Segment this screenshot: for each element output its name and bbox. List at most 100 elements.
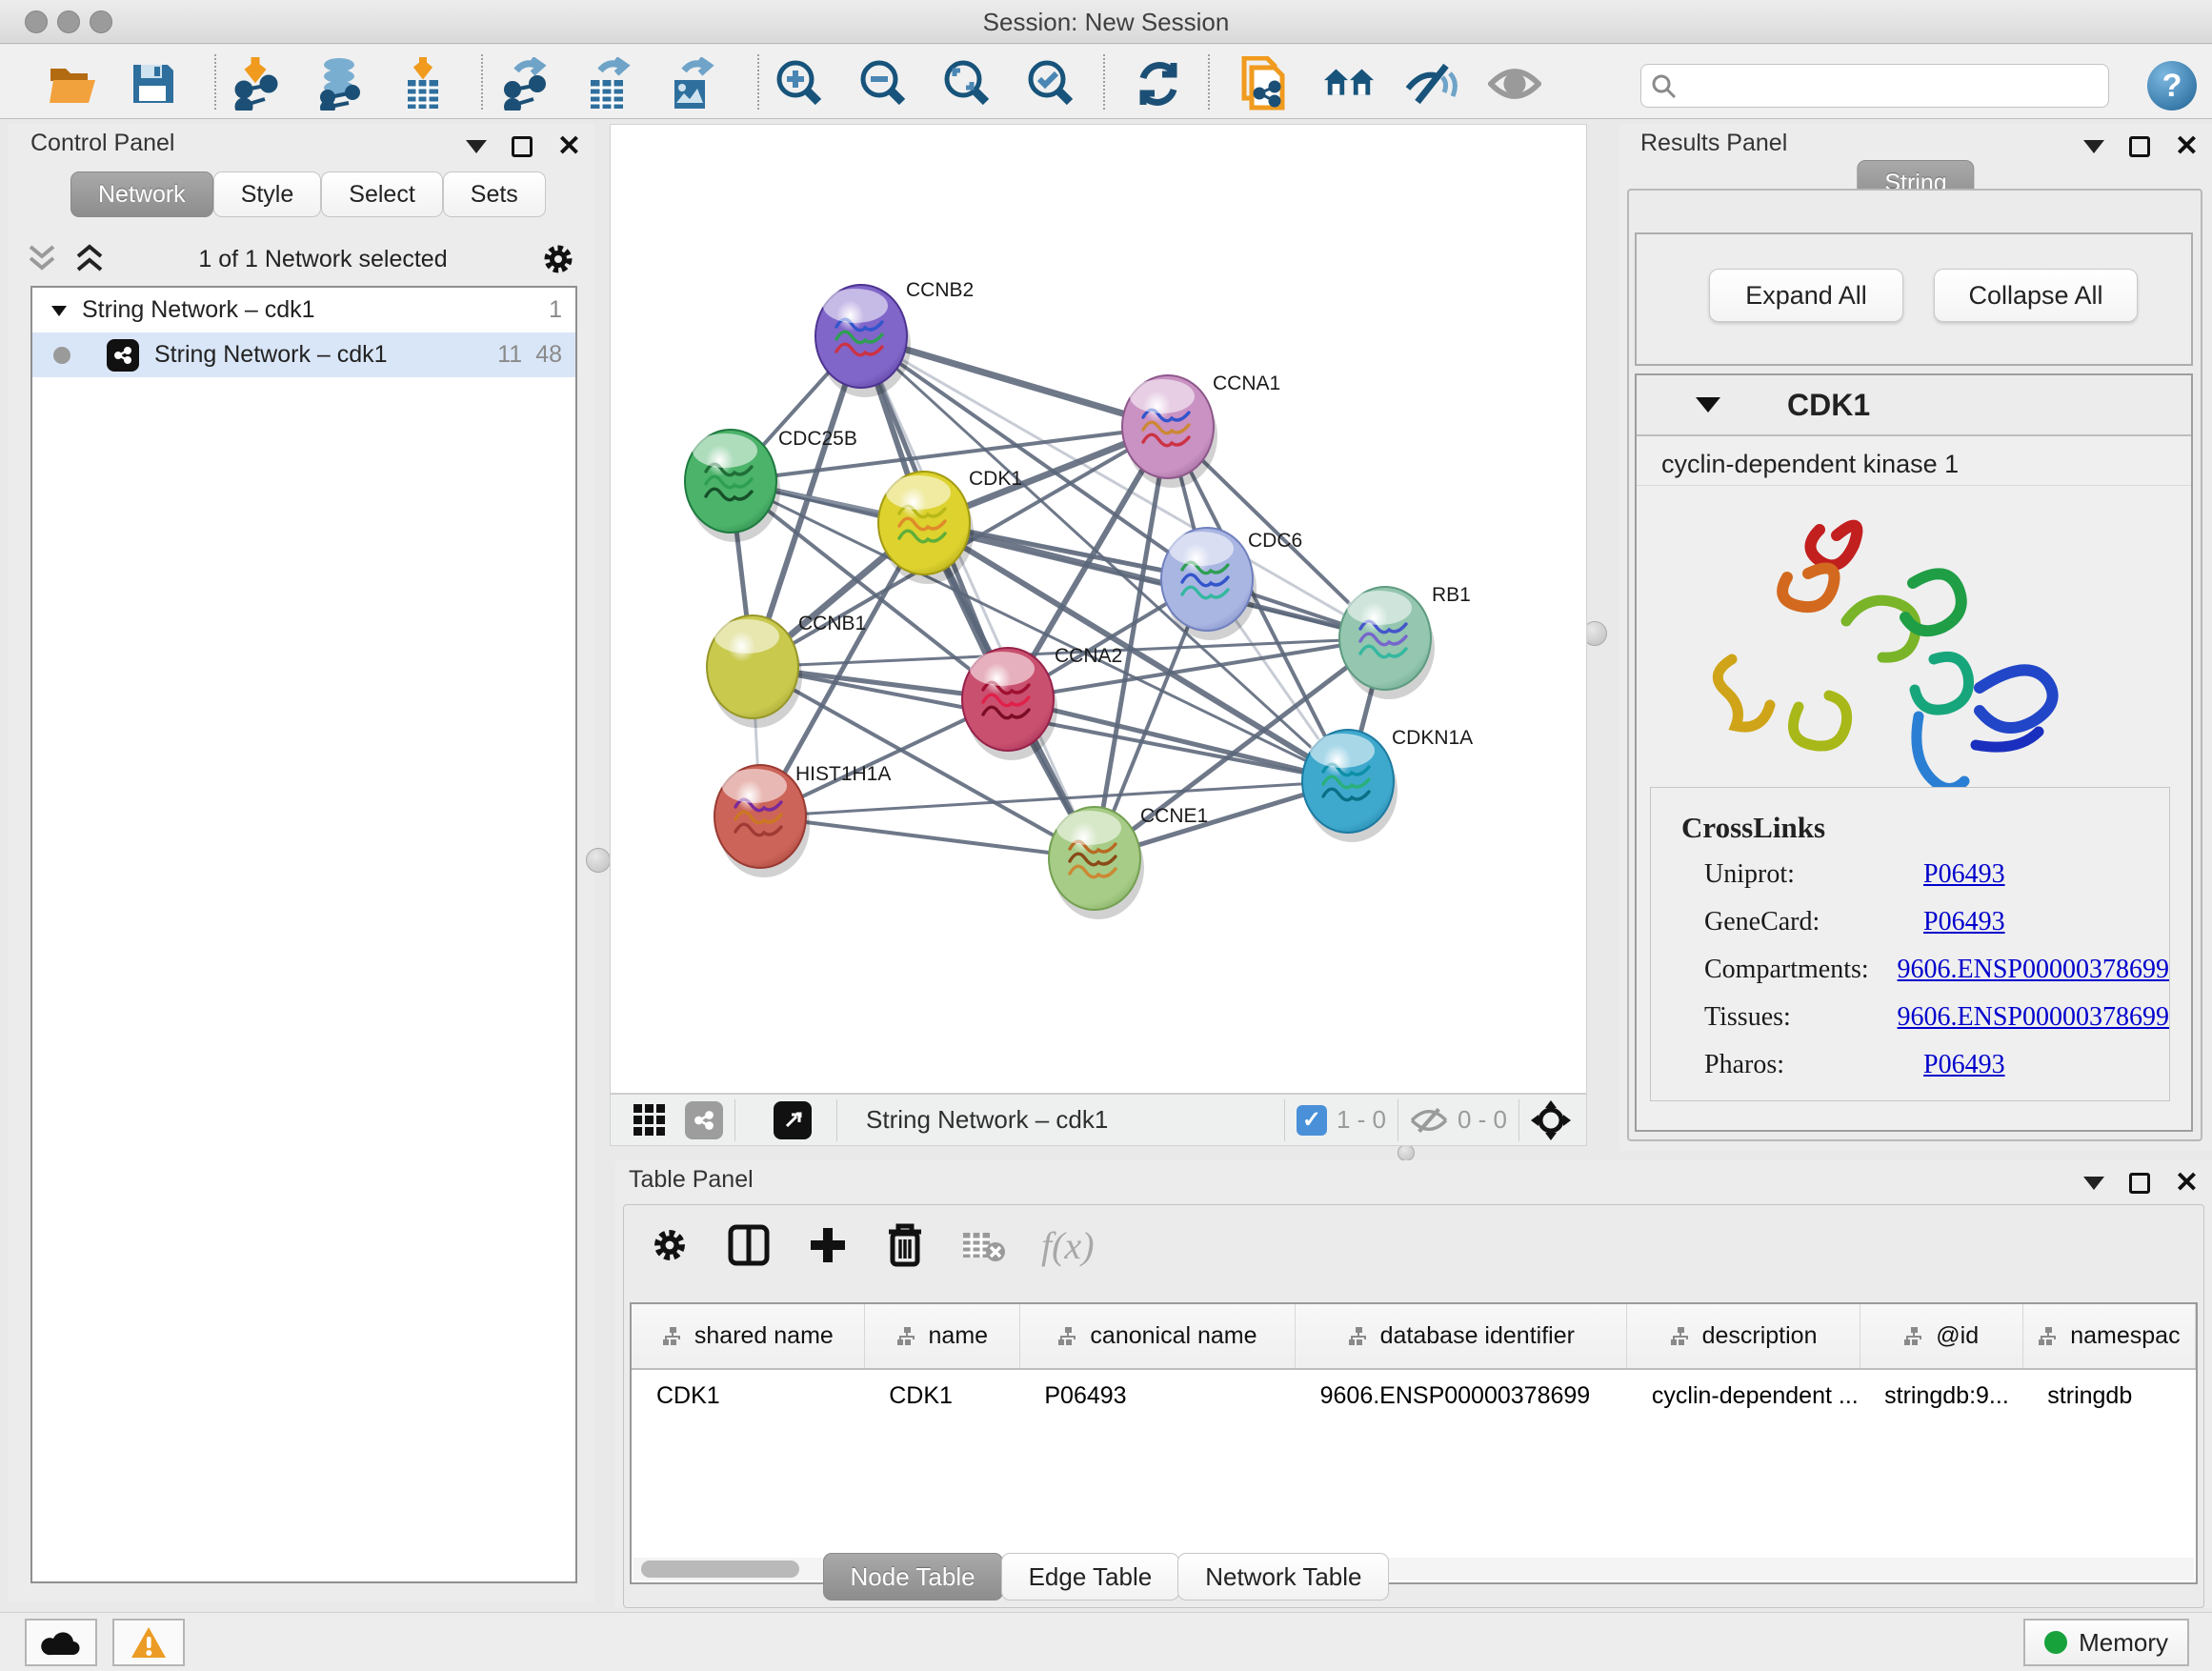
table-cell[interactable]: 9606.ENSP00000378699 (1296, 1369, 1627, 1422)
import-network-database-icon[interactable] (312, 57, 366, 111)
expand-all-button[interactable]: Expand All (1709, 269, 1903, 322)
column-header-database-identifier[interactable]: database identifier (1296, 1304, 1627, 1369)
show-eye-icon[interactable] (1488, 57, 1541, 111)
zoom-selected-icon[interactable] (1025, 57, 1078, 111)
network-node-cdc25b[interactable]: CDC25B (685, 428, 857, 542)
save-session-icon[interactable] (126, 57, 179, 111)
tab-edge-table[interactable]: Edge Table (1001, 1553, 1180, 1601)
share-view-icon[interactable] (685, 1101, 723, 1139)
collapse-all-icon[interactable] (25, 243, 59, 275)
table-cell[interactable]: stringdb:9... (1860, 1369, 2022, 1422)
table-cell[interactable]: CDK1 (864, 1369, 1019, 1422)
collapse-entry-icon[interactable] (1696, 397, 1720, 413)
crosslink-label: GeneCard: (1704, 907, 1923, 937)
column-header--id[interactable]: @id (1860, 1304, 2022, 1369)
table-options-gear-icon[interactable] (649, 1224, 691, 1266)
network-node-hist1h1a[interactable]: HIST1H1A (714, 763, 891, 877)
crosslink-value-link[interactable]: P06493 (1923, 907, 2005, 937)
export-table-icon[interactable] (581, 57, 634, 111)
fit-crosshair-icon[interactable] (1531, 1100, 1571, 1140)
network-tree-child-row[interactable]: String Network – cdk1 11 48 (32, 332, 575, 377)
table-cell[interactable]: stringdb (2022, 1369, 2195, 1422)
control-panel-tabs: NetworkStyleSelectSets (70, 171, 546, 217)
column-header-name[interactable]: name (864, 1304, 1019, 1369)
close-panel-icon[interactable]: ✕ (557, 136, 581, 157)
expand-all-icon[interactable] (72, 243, 107, 275)
grid-view-icon[interactable] (632, 1102, 668, 1138)
tab-sets[interactable]: Sets (443, 171, 546, 217)
tab-network[interactable]: Network (70, 171, 213, 217)
delete-column-icon[interactable] (885, 1222, 925, 1268)
selected-nodes-checkbox[interactable]: ✓ (1297, 1105, 1327, 1136)
bottom-splitter-handle[interactable] (1398, 1144, 1415, 1161)
memory-button[interactable]: Memory (2023, 1619, 2189, 1666)
function-builder-icon[interactable]: f(x) (1041, 1223, 1095, 1268)
network-node-ccna2[interactable]: CCNA2 (962, 645, 1122, 760)
export-network-icon[interactable] (497, 57, 551, 111)
network-node-cdkn1a[interactable]: CDKN1A (1302, 727, 1473, 842)
column-header-canonical-name[interactable]: canonical name (1019, 1304, 1295, 1369)
birdseye-navigator-icon[interactable] (774, 1101, 812, 1139)
hide-selected-icon[interactable] (1404, 57, 1458, 111)
hidden-items-icon[interactable] (1410, 1105, 1448, 1136)
network-graph[interactable]: CCNB2CCNA1CDC25BCDK1CDC6RB1CCNB1CCNA2CDK… (611, 125, 1586, 1093)
cloud-status-button[interactable] (25, 1619, 97, 1666)
network-options-gear-icon[interactable] (539, 240, 577, 278)
undock-panel-icon[interactable] (2129, 136, 2150, 157)
column-header-description[interactable]: description (1627, 1304, 1860, 1369)
close-panel-icon[interactable]: ✕ (2175, 136, 2199, 157)
crosslink-value-link[interactable]: P06493 (1923, 859, 2005, 890)
home-pages-icon[interactable] (1322, 57, 1376, 111)
left-splitter-handle[interactable] (586, 848, 611, 873)
zoom-fit-icon[interactable] (941, 57, 995, 111)
refresh-icon[interactable] (1132, 57, 1185, 111)
table-row[interactable]: CDK1CDK1P064939606.ENSP00000378699cyclin… (632, 1369, 2196, 1422)
network-node-ccna1[interactable]: CCNA1 (1122, 372, 1280, 488)
import-network-file-icon[interactable] (231, 57, 284, 111)
node-entry-header[interactable]: CDK1 (1637, 375, 2191, 436)
tree-expand-icon[interactable] (50, 303, 69, 318)
float-panel-icon[interactable] (2083, 1177, 2104, 1190)
open-session-icon[interactable] (46, 57, 99, 111)
crosslink-value-link[interactable]: 9606.ENSP00000378699 (1898, 955, 2169, 985)
network-node-ccnb2[interactable]: CCNB2 (815, 279, 974, 397)
network-edge[interactable] (1008, 699, 1348, 781)
network-canvas[interactable]: CCNB2CCNA1CDC25BCDK1CDC6RB1CCNB1CCNA2CDK… (610, 124, 1587, 1094)
column-header-shared-name[interactable]: shared name (632, 1304, 864, 1369)
network-edge[interactable] (861, 336, 1095, 858)
export-image-icon[interactable] (665, 57, 718, 111)
table-cell[interactable]: CDK1 (632, 1369, 864, 1422)
network-tree-root-row[interactable]: String Network – cdk1 1 (32, 288, 575, 332)
import-table-file-icon[interactable] (396, 57, 450, 111)
float-panel-icon[interactable] (2083, 140, 2104, 153)
search-box[interactable] (1640, 64, 2109, 108)
table-cell[interactable]: cyclin-dependent ... (1627, 1369, 1860, 1422)
tab-node-table[interactable]: Node Table (823, 1553, 1003, 1601)
warning-status-button[interactable] (112, 1619, 185, 1666)
search-input[interactable] (1683, 69, 2102, 103)
node-table[interactable]: shared namenamecanonical namedatabase id… (630, 1302, 2198, 1584)
crosslink-value-link[interactable]: P06493 (1923, 1050, 2005, 1080)
crosslink-value-link[interactable]: 9606.ENSP00000378699 (1898, 1002, 2169, 1033)
zoom-in-icon[interactable] (774, 57, 827, 111)
show-columns-icon[interactable] (727, 1223, 771, 1267)
network-edge[interactable] (760, 816, 1095, 858)
zoom-out-icon[interactable] (857, 57, 911, 111)
close-panel-icon[interactable]: ✕ (2175, 1173, 2199, 1194)
undock-panel-icon[interactable] (2129, 1173, 2150, 1194)
add-column-icon[interactable] (807, 1224, 849, 1266)
network-file-share-icon[interactable] (1237, 57, 1290, 111)
table-cell[interactable]: P06493 (1019, 1369, 1295, 1422)
collapse-all-button[interactable]: Collapse All (1934, 269, 2138, 322)
column-header-namespac[interactable]: namespac (2022, 1304, 2195, 1369)
network-node-ccne1[interactable]: CCNE1 (1049, 805, 1208, 919)
delete-table-icon[interactable] (961, 1227, 1005, 1263)
float-panel-icon[interactable] (466, 140, 487, 153)
tab-network-table[interactable]: Network Table (1177, 1553, 1389, 1601)
undock-panel-icon[interactable] (512, 136, 533, 157)
network-node-cdc6[interactable]: CDC6 (1161, 528, 1302, 640)
help-button[interactable]: ? (2147, 61, 2197, 111)
tab-select[interactable]: Select (321, 171, 442, 217)
network-node-rb1[interactable]: RB1 (1339, 584, 1471, 699)
tab-style[interactable]: Style (213, 171, 322, 217)
